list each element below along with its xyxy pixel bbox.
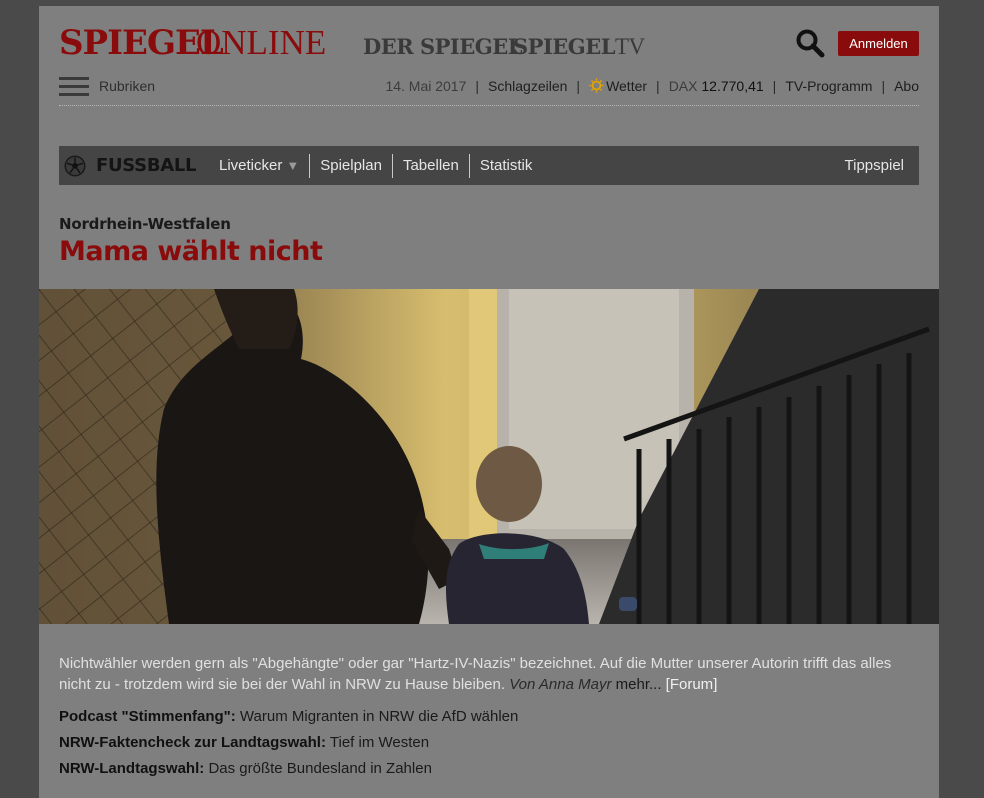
chevron-down-icon: ▼ (286, 157, 300, 173)
hero-image (39, 289, 939, 624)
tippspiel-link[interactable]: Tippspiel (845, 146, 904, 185)
article-headline[interactable]: Mama wählt nicht (59, 236, 323, 267)
separator: | (656, 78, 660, 94)
separator: | (576, 78, 581, 94)
abo-link[interactable]: Abo (894, 78, 919, 94)
masthead: SPIEGEL ONLINE DER SPIEGEL SPIEGELTV Anm… (59, 24, 919, 64)
spiegel-tv-link[interactable]: SPIEGELTV (513, 34, 645, 60)
fussball-nav: Liveticker ▼ Spielplan Tabellen Statistik (219, 146, 542, 185)
fussball-title[interactable]: FUSSBALL (96, 155, 197, 176)
related-label: NRW-Faktencheck zur Landtagswahl: (59, 734, 326, 751)
tv-programm-link[interactable]: TV-Programm (785, 78, 872, 94)
der-spiegel-link[interactable]: DER SPIEGEL (363, 34, 522, 60)
dax-link[interactable]: DAX 12.770,41 (669, 78, 764, 94)
forum-bracket-close: ] (713, 676, 718, 693)
liveticker-dropdown[interactable]: Liveticker ▼ (219, 154, 309, 178)
related-text: Warum Migranten in NRW die AfD wählen (239, 708, 519, 725)
wetter-link[interactable]: Wetter (589, 78, 647, 94)
separator: | (475, 78, 480, 94)
search-icon[interactable] (795, 28, 825, 58)
article-kicker: Nordrhein-Westfalen (59, 215, 231, 233)
related-label: NRW-Landtagswahl: (59, 760, 205, 777)
top-nav-links: 14. Mai 2017 | Schlagzeilen | Wetter | DAX 12.… (385, 78, 919, 94)
related-link[interactable]: NRW-Landtagswahl: Das größte Bundesland … (59, 760, 919, 777)
tabellen-link[interactable]: Tabellen (391, 153, 469, 178)
dax-value: 12.770,41 (701, 78, 764, 94)
top-nav: Rubriken 14. Mai 2017 | Schlagzeilen | Wette… (59, 74, 919, 106)
spiegel-tv-label: SPIEGEL (513, 34, 616, 59)
menu-icon[interactable] (59, 77, 89, 97)
wetter-label: Wetter (606, 78, 648, 94)
separator: | (772, 78, 777, 94)
spielplan-link[interactable]: Spielplan (309, 153, 392, 178)
forum-link[interactable]: Forum (670, 676, 713, 693)
login-button[interactable]: Anmelden (838, 31, 919, 56)
soccer-ball-icon (64, 155, 86, 177)
rubriken-link[interactable]: Rubriken (99, 78, 155, 94)
schlagzeilen-link[interactable]: Schlagzeilen (488, 78, 567, 94)
related-text: Tief im Westen (329, 734, 430, 751)
article-teaser: Nichtwähler werden gern als "Abgehängte"… (59, 653, 919, 695)
spiegel-tv-suffix: TV (615, 34, 645, 59)
fussball-bar: FUSSBALL Liveticker ▼ Spielplan Tabellen … (59, 146, 919, 185)
related-text: Das größte Bundesland in Zahlen (208, 760, 432, 777)
liveticker-label: Liveticker (219, 156, 283, 174)
dax-label: DAX (668, 78, 698, 94)
article-author: Von Anna Mayr (509, 676, 612, 693)
current-date: 14. Mai 2017 (385, 78, 467, 94)
sun-icon (589, 78, 604, 93)
teaser-text: Nichtwähler werden gern als "Abgehängte"… (59, 655, 892, 693)
separator: | (881, 78, 886, 94)
related-label: Podcast "Stimmenfang": (59, 708, 236, 725)
related-link[interactable]: Podcast "Stimmenfang": Warum Migranten i… (59, 708, 919, 725)
page: SPIEGEL ONLINE DER SPIEGEL SPIEGELTV Anm… (39, 6, 939, 798)
online-logo[interactable]: ONLINE (196, 24, 326, 62)
related-link[interactable]: NRW-Faktencheck zur Landtagswahl: Tief i… (59, 734, 919, 751)
more-link[interactable]: mehr... (616, 676, 662, 693)
statistik-link[interactable]: Statistik (468, 153, 543, 178)
